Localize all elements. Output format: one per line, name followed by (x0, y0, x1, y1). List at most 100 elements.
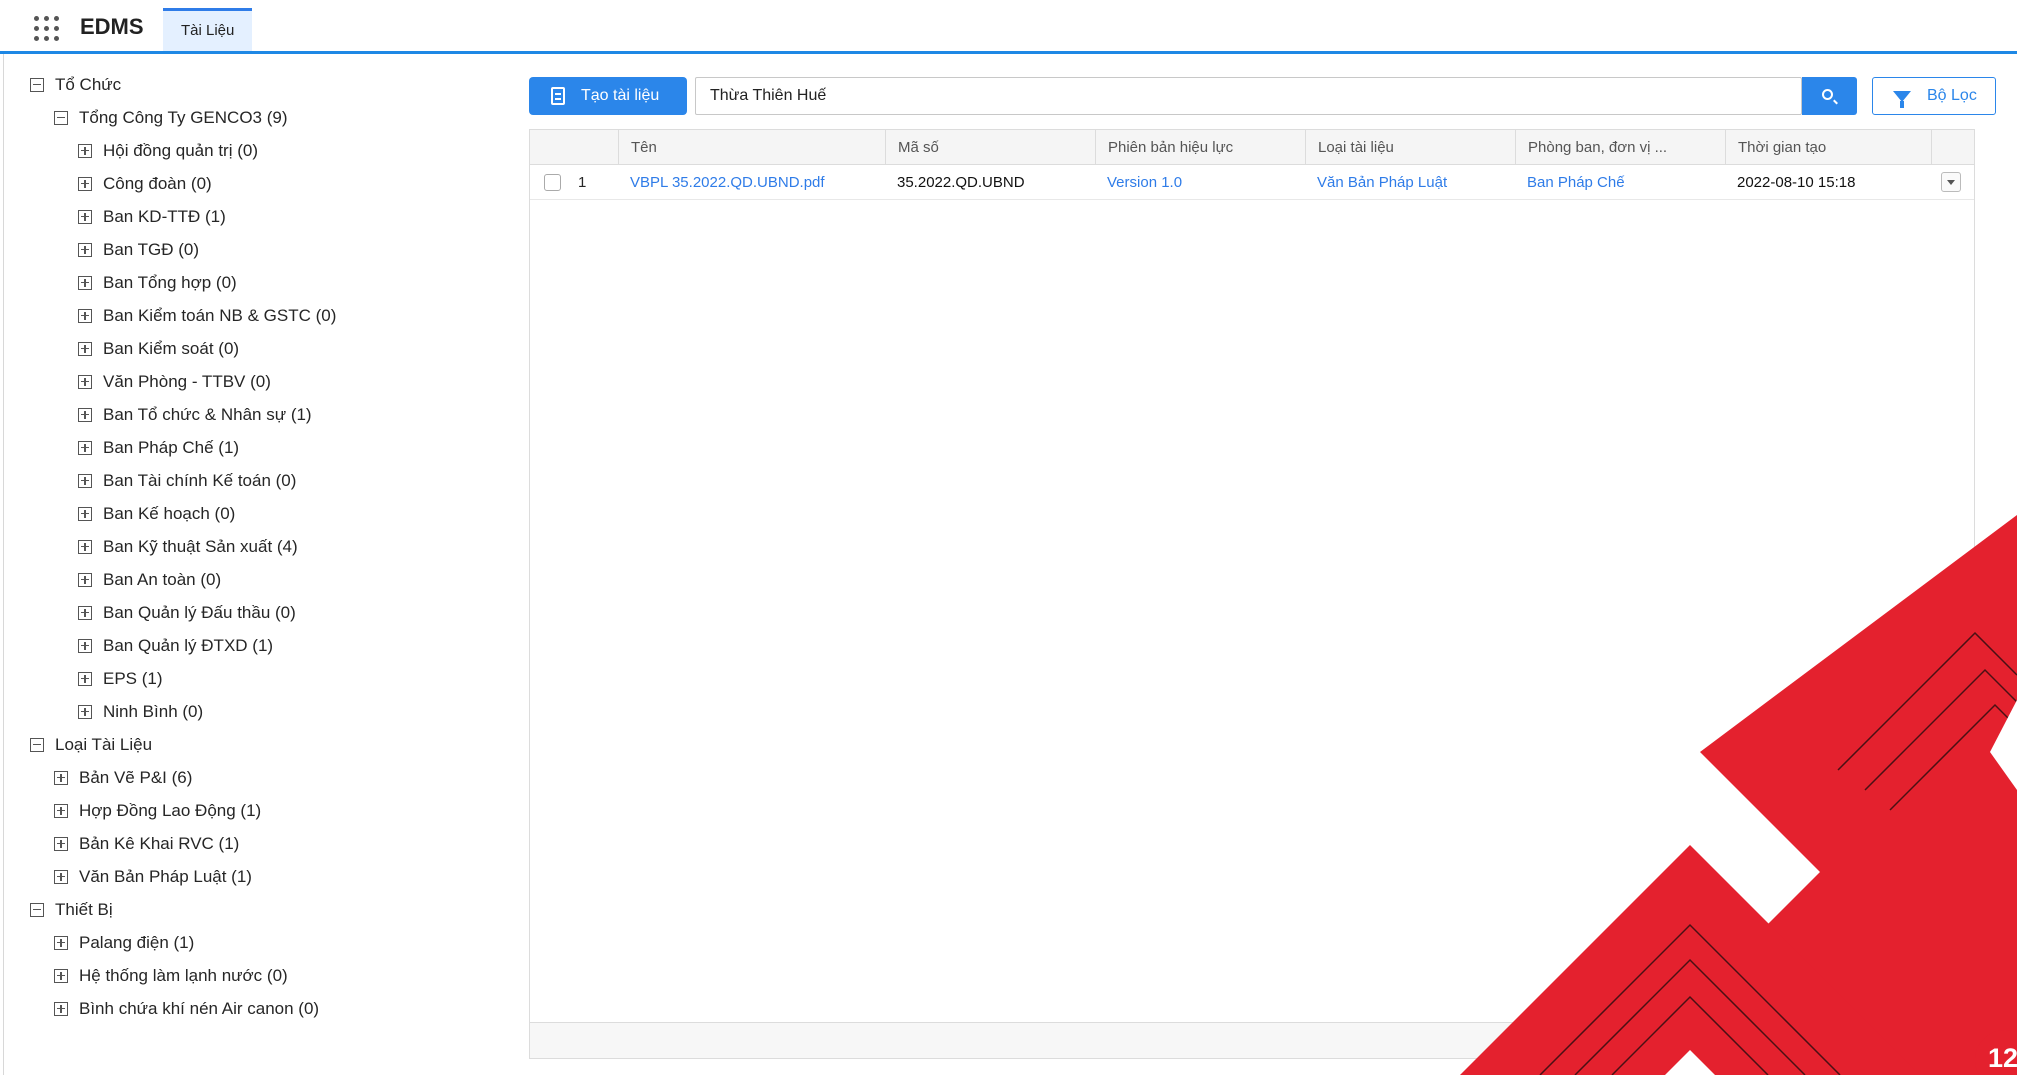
tree-node-label: Palang điện (1) (79, 932, 195, 952)
tree-node[interactable]: Ban Pháp Chế (1) (78, 431, 239, 464)
filter-button[interactable]: Bộ Lọc (1872, 77, 1996, 115)
table-footer: g 1 > (530, 1022, 1974, 1058)
tree-node[interactable]: Bình chứa khí nén Air canon (0) (54, 992, 319, 1025)
tree-node[interactable]: Ninh Bình (0) (78, 695, 203, 728)
search-input[interactable] (695, 77, 1802, 115)
header-select (530, 130, 618, 165)
tree-node[interactable]: Văn Phòng - TTBV (0) (78, 365, 271, 398)
table-row[interactable]: 1 VBPL 35.2022.QD.UBND.pdf 35.2022.QD.UB… (530, 165, 1974, 200)
tree-node[interactable]: Ban Kỹ thuật Sản xuất (4) (78, 530, 298, 563)
tree-node[interactable]: Ban Tài chính Kế toán (0) (78, 464, 296, 497)
expand-icon[interactable] (78, 638, 92, 653)
tree-node[interactable]: Ban An toàn (0) (78, 563, 221, 596)
column-header-created[interactable]: Thời gian tạo (1725, 130, 1931, 165)
document-department-link[interactable]: Ban Pháp Chế (1515, 165, 1625, 200)
tree-node[interactable]: Tổng Công Ty GENCO3 (9) (54, 101, 288, 134)
tree-node[interactable]: Bản Kê Khai RVC (1) (54, 827, 239, 860)
expand-icon[interactable] (54, 869, 68, 884)
collapse-icon[interactable] (54, 110, 68, 125)
expand-icon[interactable] (78, 572, 92, 587)
document-version-link[interactable]: Version 1.0 (1095, 165, 1182, 200)
row-number: 1 (578, 174, 587, 191)
app-launcher-icon[interactable] (30, 14, 60, 42)
expand-icon[interactable] (78, 308, 92, 323)
expand-icon[interactable] (78, 605, 92, 620)
column-header-department[interactable]: Phòng ban, đơn vị ... (1515, 130, 1725, 165)
collapse-icon[interactable] (30, 737, 44, 752)
tree-node[interactable]: Ban Tổng hợp (0) (78, 266, 237, 299)
column-header-type[interactable]: Loại tài liệu (1305, 130, 1515, 165)
document-type-link[interactable]: Văn Bản Pháp Luật (1305, 165, 1447, 200)
tree-node[interactable]: Ban Quản lý ĐTXD (1) (78, 629, 273, 662)
expand-icon[interactable] (78, 176, 92, 191)
document-code: 35.2022.QD.UBND (897, 174, 1025, 191)
tree-node-label: Ban Kỹ thuật Sản xuất (4) (103, 536, 298, 556)
expand-icon[interactable] (78, 143, 92, 158)
expand-icon[interactable] (54, 836, 68, 851)
expand-icon[interactable] (78, 242, 92, 257)
expand-icon[interactable] (78, 341, 92, 356)
tree-node[interactable]: Ban Kế hoạch (0) (78, 497, 235, 530)
row-checkbox[interactable] (544, 174, 561, 191)
expand-icon[interactable] (78, 374, 92, 389)
tree-node-label: Ban Tài chính Kế toán (0) (103, 470, 297, 490)
tree-node-label: Ban An toàn (0) (103, 569, 222, 589)
expand-icon[interactable] (54, 968, 68, 983)
pagination[interactable]: g 1 > (1888, 1031, 1922, 1048)
tree-node[interactable]: Ban Tổ chức & Nhân sự (1) (78, 398, 312, 431)
expand-icon[interactable] (78, 539, 92, 554)
column-header-name[interactable]: Tên (618, 130, 885, 165)
window-edge (0, 54, 4, 1075)
tree-node[interactable]: Ban KD-TTĐ (1) (78, 200, 226, 233)
tree-node[interactable]: Palang điện (1) (54, 926, 194, 959)
tree-node-label: Hội đồng quản trị (0) (103, 140, 258, 160)
collapse-icon[interactable] (30, 77, 44, 92)
tree-node[interactable]: Ban Kiểm toán NB & GSTC (0) (78, 299, 336, 332)
expand-icon[interactable] (78, 473, 92, 488)
expand-icon[interactable] (78, 407, 92, 422)
tree-node[interactable]: Hợp Đồng Lao Động (1) (54, 794, 261, 827)
tree-node[interactable]: Ban TGĐ (0) (78, 233, 199, 266)
row-menu-dropdown-icon[interactable] (1941, 172, 1961, 192)
top-bar: EDMS Tài Liệu (0, 0, 2017, 54)
tree-node[interactable]: Bản Vẽ P&I (6) (54, 761, 192, 794)
expand-icon[interactable] (78, 209, 92, 224)
create-document-button[interactable]: Tạo tài liệu (529, 77, 687, 115)
table-header: Tên Mã số Phiên bản hiệu lực Loại tài li… (530, 130, 1974, 165)
tree-node-label: Ninh Bình (0) (103, 701, 204, 721)
search-button[interactable] (1802, 77, 1857, 115)
tree-node-label: Bản Kê Khai RVC (1) (79, 833, 240, 853)
expand-icon[interactable] (78, 275, 92, 290)
expand-icon[interactable] (78, 704, 92, 719)
expand-icon[interactable] (54, 770, 68, 785)
tree-node[interactable]: Văn Bản Pháp Luật (1) (54, 860, 252, 893)
tab-tai-lieu[interactable]: Tài Liệu (163, 8, 253, 51)
tree-node[interactable]: Ban Quản lý Đấu thầu (0) (78, 596, 296, 629)
expand-icon[interactable] (54, 935, 68, 950)
collapse-icon[interactable] (30, 902, 44, 917)
tree-node-label: Ban Kế hoạch (0) (103, 503, 236, 523)
funnel-icon (1893, 90, 1911, 108)
tree-node[interactable]: EPS (1) (78, 662, 163, 695)
document-name-link[interactable]: VBPL 35.2022.QD.UBND.pdf (618, 165, 825, 200)
tree-node[interactable]: Loại Tài Liệu (30, 728, 152, 761)
tree-node[interactable]: Hệ thống làm lạnh nước (0) (54, 959, 288, 992)
document-table: Tên Mã số Phiên bản hiệu lực Loại tài li… (529, 129, 1975, 1059)
tree-node-label: Loại Tài Liệu (55, 734, 153, 754)
tree-node-label: Bản Vẽ P&I (6) (79, 767, 193, 787)
tree-node[interactable]: Ban Kiểm soát (0) (78, 332, 239, 365)
tree-node[interactable]: Tổ Chức (30, 68, 121, 101)
expand-icon[interactable] (78, 671, 92, 686)
expand-icon[interactable] (78, 506, 92, 521)
tree-node[interactable]: Thiết Bị (30, 893, 113, 926)
tree-node-label: Ban Kiểm soát (0) (103, 338, 240, 358)
tree-node[interactable]: Công đoàn (0) (78, 167, 212, 200)
expand-icon[interactable] (54, 1001, 68, 1016)
expand-icon[interactable] (54, 803, 68, 818)
column-header-code[interactable]: Mã số (885, 130, 1095, 165)
column-header-version[interactable]: Phiên bản hiệu lực (1095, 130, 1305, 165)
expand-icon[interactable] (78, 440, 92, 455)
header-actions (1931, 130, 1976, 165)
tree-node[interactable]: Hội đồng quản trị (0) (78, 134, 258, 167)
search-icon (1822, 89, 1833, 100)
